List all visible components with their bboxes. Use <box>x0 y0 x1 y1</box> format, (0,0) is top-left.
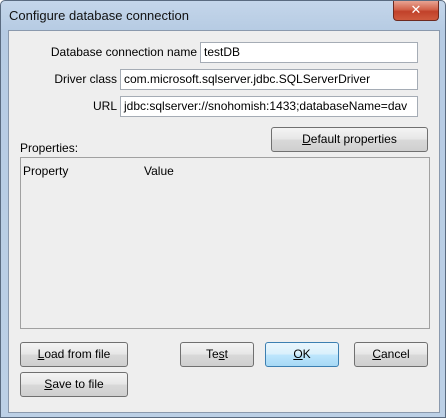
test-label-start: Te <box>205 347 219 361</box>
save-label: ave to file <box>52 377 104 391</box>
default-properties-label: efault properties <box>310 132 397 146</box>
cancel-mnemonic: C <box>372 347 381 361</box>
cancel-button[interactable]: Cancel <box>354 342 428 367</box>
test-button[interactable]: Test <box>180 342 254 367</box>
title-bar[interactable]: Configure database connection ✕ <box>1 1 445 29</box>
url-label: URL <box>92 99 117 113</box>
close-button[interactable]: ✕ <box>393 1 439 21</box>
load-label: oad from file <box>44 347 111 361</box>
driver-class-input[interactable]: com.microsoft.sqlserver.jdbc.SQLServerDr… <box>120 69 418 90</box>
dialog-window: Configure database connection ✕ Database… <box>0 0 446 418</box>
value-column-header[interactable]: Value <box>144 164 174 178</box>
url-input[interactable]: jdbc:sqlserver://snohomish:1433;database… <box>120 96 418 117</box>
properties-table[interactable]: Property Value <box>20 157 430 329</box>
cancel-label: ancel <box>380 347 410 361</box>
close-icon: ✕ <box>410 2 422 17</box>
connection-name-input[interactable]: testDB <box>200 42 418 63</box>
default-properties-mnemonic: D <box>302 132 311 146</box>
test-label-end: t <box>224 347 229 361</box>
dialog-body: Database connection name testDB Driver c… <box>8 30 440 413</box>
load-from-file-button[interactable]: Load from file <box>20 342 128 367</box>
ok-button[interactable]: OK <box>265 342 339 367</box>
window-title: Configure database connection <box>9 8 189 23</box>
driver-class-label: Driver class <box>54 72 117 86</box>
properties-label: Properties: <box>20 141 79 155</box>
property-column-header[interactable]: Property <box>23 164 68 178</box>
ok-mnemonic: O <box>293 347 303 361</box>
default-properties-button[interactable]: Default properties <box>271 127 428 152</box>
save-to-file-button[interactable]: Save to file <box>20 372 128 397</box>
ok-label: K <box>302 347 311 361</box>
connection-name-label: Database connection name <box>50 45 197 59</box>
